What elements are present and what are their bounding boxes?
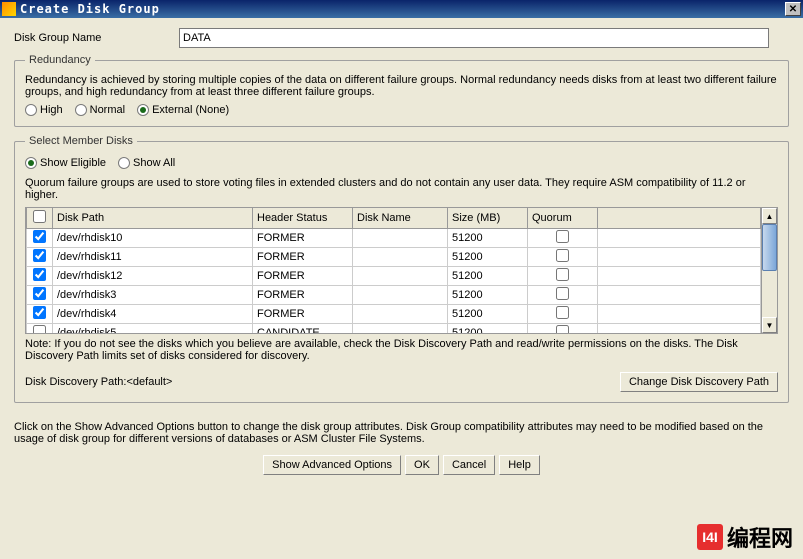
column-header[interactable]: Size (MB)	[448, 208, 528, 229]
disk-path-cell: /dev/rhdisk10	[53, 229, 253, 248]
table-row[interactable]: /dev/rhdisk4FORMER 51200	[27, 305, 761, 324]
close-button[interactable]: ✕	[785, 2, 801, 16]
select-member-disks-group: Select Member Disks Show Eligible Show Al…	[14, 135, 789, 403]
header-status-cell: FORMER	[253, 305, 353, 324]
disk-name-cell[interactable]	[353, 286, 448, 305]
window-title: Create Disk Group	[20, 2, 785, 16]
quorum-desc: Quorum failure groups are used to store …	[25, 177, 778, 201]
size-cell: 51200	[448, 267, 528, 286]
row-select-checkbox[interactable]	[33, 325, 46, 333]
disk-name-cell[interactable]	[353, 229, 448, 248]
quorum-checkbox[interactable]	[556, 306, 569, 319]
cancel-button[interactable]: Cancel	[443, 455, 495, 475]
watermark-icon: I4I	[697, 524, 723, 550]
disks-table: Disk PathHeader StatusDisk NameSize (MB)…	[26, 208, 761, 333]
quorum-checkbox[interactable]	[556, 287, 569, 300]
help-button[interactable]: Help	[499, 455, 540, 475]
quorum-checkbox[interactable]	[556, 249, 569, 262]
show-advanced-options-button[interactable]: Show Advanced Options	[263, 455, 401, 475]
column-header[interactable]: Quorum	[528, 208, 598, 229]
column-header[interactable]: Disk Name	[353, 208, 448, 229]
row-select-checkbox[interactable]	[33, 230, 46, 243]
row-select-checkbox[interactable]	[33, 287, 46, 300]
disk-name-cell[interactable]	[353, 324, 448, 334]
header-status-cell: FORMER	[253, 267, 353, 286]
filter-radio-show-eligible[interactable]: Show Eligible	[25, 157, 106, 169]
footer-text: Click on the Show Advanced Options butto…	[0, 421, 803, 445]
table-scrollbar[interactable]: ▲ ▼	[761, 208, 777, 333]
disk-path-cell: /dev/rhdisk5	[53, 324, 253, 334]
filter-radio-show-all[interactable]: Show All	[118, 157, 175, 169]
title-bar: Create Disk Group ✕	[0, 0, 803, 18]
select-member-legend: Select Member Disks	[25, 135, 137, 147]
table-row[interactable]: /dev/rhdisk10FORMER 51200	[27, 229, 761, 248]
redundancy-legend: Redundancy	[25, 54, 95, 66]
disk-name-cell[interactable]	[353, 248, 448, 267]
column-header[interactable]	[27, 208, 53, 229]
disk-name-cell[interactable]	[353, 305, 448, 324]
disk-group-name-input[interactable]	[179, 28, 769, 48]
redundancy-radio-normal[interactable]: Normal	[75, 104, 125, 116]
discovery-note: Note: If you do not see the disks which …	[25, 338, 778, 362]
scroll-down-button[interactable]: ▼	[762, 317, 777, 333]
table-row[interactable]: /dev/rhdisk5CANDIDATE 51200	[27, 324, 761, 334]
ok-button[interactable]: OK	[405, 455, 439, 475]
disk-path-cell: /dev/rhdisk12	[53, 267, 253, 286]
column-header[interactable]: Disk Path	[53, 208, 253, 229]
table-row[interactable]: /dev/rhdisk11FORMER 51200	[27, 248, 761, 267]
header-status-cell: FORMER	[253, 248, 353, 267]
redundancy-radio-high[interactable]: High	[25, 104, 63, 116]
select-all-checkbox[interactable]	[33, 210, 46, 223]
redundancy-radio-external-none-[interactable]: External (None)	[137, 104, 229, 116]
column-header[interactable]: Header Status	[253, 208, 353, 229]
size-cell: 51200	[448, 248, 528, 267]
row-select-checkbox[interactable]	[33, 306, 46, 319]
size-cell: 51200	[448, 229, 528, 248]
disk-path-cell: /dev/rhdisk4	[53, 305, 253, 324]
redundancy-group: Redundancy Redundancy is achieved by sto…	[14, 54, 789, 127]
disk-path-cell: /dev/rhdisk3	[53, 286, 253, 305]
header-status-cell: CANDIDATE	[253, 324, 353, 334]
quorum-checkbox[interactable]	[556, 268, 569, 281]
scroll-up-button[interactable]: ▲	[762, 208, 777, 224]
redundancy-desc: Redundancy is achieved by storing multip…	[25, 74, 778, 98]
header-status-cell: FORMER	[253, 286, 353, 305]
size-cell: 51200	[448, 286, 528, 305]
disk-group-name-label: Disk Group Name	[14, 32, 179, 44]
quorum-checkbox[interactable]	[556, 230, 569, 243]
header-status-cell: FORMER	[253, 229, 353, 248]
disk-name-cell[interactable]	[353, 267, 448, 286]
table-row[interactable]: /dev/rhdisk3FORMER 51200	[27, 286, 761, 305]
quorum-checkbox[interactable]	[556, 325, 569, 333]
change-discovery-path-button[interactable]: Change Disk Discovery Path	[620, 372, 778, 392]
row-select-checkbox[interactable]	[33, 249, 46, 262]
disk-path-cell: /dev/rhdisk11	[53, 248, 253, 267]
watermark-text: 编程网	[727, 521, 793, 553]
watermark: I4I 编程网	[697, 521, 793, 553]
scroll-thumb[interactable]	[762, 224, 777, 271]
size-cell: 51200	[448, 305, 528, 324]
app-icon	[2, 2, 16, 16]
size-cell: 51200	[448, 324, 528, 334]
table-row[interactable]: /dev/rhdisk12FORMER 51200	[27, 267, 761, 286]
discovery-path-text: Disk Discovery Path:<default>	[25, 376, 172, 388]
row-select-checkbox[interactable]	[33, 268, 46, 281]
